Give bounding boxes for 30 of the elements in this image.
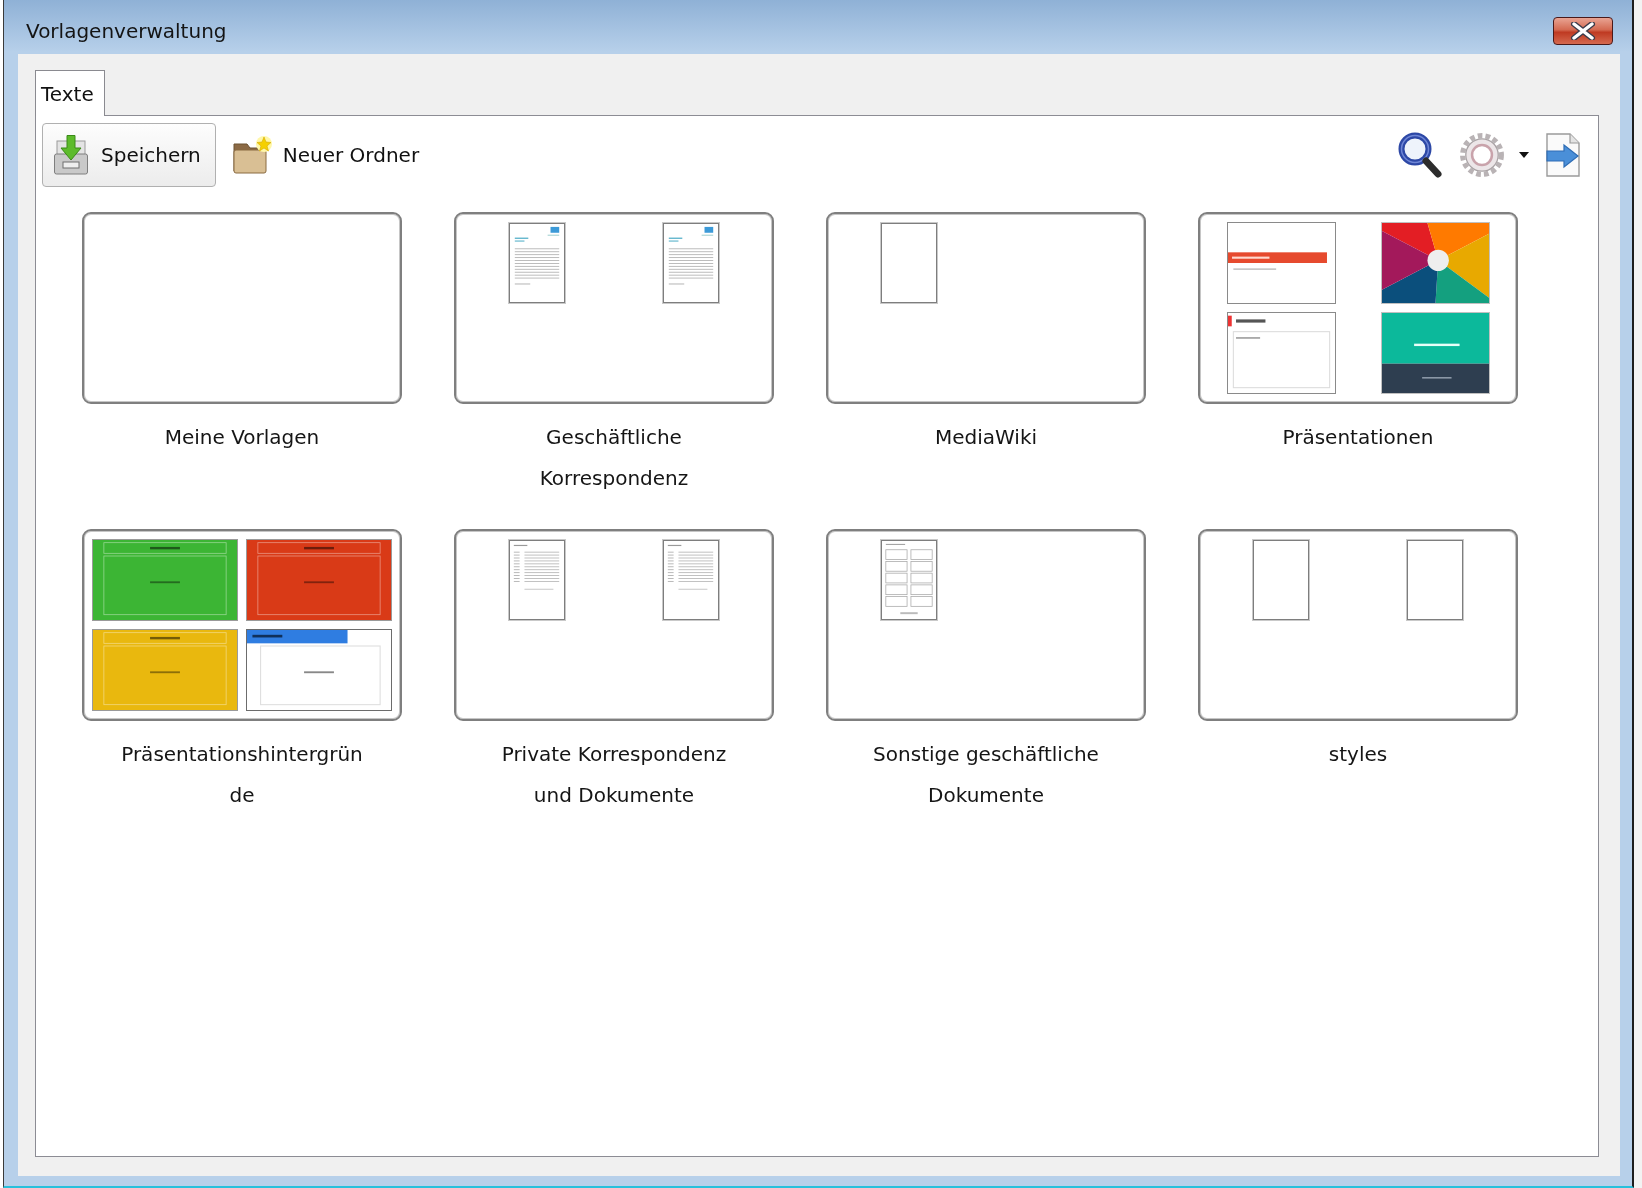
tab[interactable]: Texte: [35, 70, 105, 116]
folder-name: Geschäftliche Korrespondenz: [538, 424, 690, 492]
folder-tile[interactable]: [826, 529, 1146, 721]
folder-name: Sonstige geschäftliche Dokumente: [872, 741, 1100, 809]
folder-tile[interactable]: [82, 212, 402, 404]
folder-tile[interactable]: [826, 212, 1146, 404]
close-button[interactable]: [1553, 17, 1613, 45]
folder-name: Private Korrespondenz und Dokumente: [500, 741, 728, 809]
search-icon: [1397, 131, 1443, 179]
settings-icon: [1459, 132, 1505, 178]
export-icon: [1545, 133, 1581, 177]
folder-name: Meine Vorlagen: [163, 424, 321, 451]
save-button[interactable]: Speichern: [42, 123, 216, 187]
folder-tile[interactable]: [454, 212, 774, 404]
folder-tile[interactable]: [1198, 212, 1518, 404]
new-folder-button[interactable]: Neuer Ordner: [223, 123, 435, 187]
search-button[interactable]: [1397, 130, 1443, 180]
folder-name: MediaWiki: [933, 424, 1039, 451]
folder-star-icon: [232, 135, 273, 175]
save-icon: [51, 135, 91, 175]
folder-name: Präsentationshintergründe: [120, 741, 364, 809]
folder-tile[interactable]: [82, 529, 402, 721]
close-icon: [1570, 22, 1596, 40]
folder-name: styles: [1327, 741, 1389, 768]
export-button[interactable]: [1545, 130, 1581, 180]
folder-tile[interactable]: [454, 529, 774, 721]
window-title: Vorlagenverwaltung: [26, 19, 227, 43]
folder-tile[interactable]: [1198, 529, 1518, 721]
folder-name: Präsentationen: [1281, 424, 1435, 451]
settings-button[interactable]: [1459, 130, 1529, 180]
